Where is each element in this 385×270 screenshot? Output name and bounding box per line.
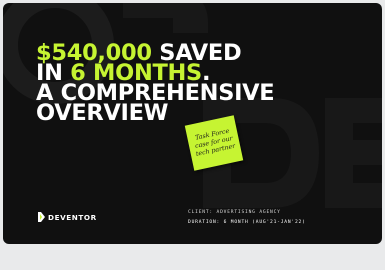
case-study-slide: $540,000 SAVED IN 6 MONTHS. A COMPREHENS… [3,3,382,244]
deventor-logo-icon [38,212,45,222]
duration-label: DURATION: 6 MONTH (AUG'21-JAN'22) [188,220,306,225]
slide-frame: $540,000 SAVED IN 6 MONTHS. A COMPREHENS… [0,0,385,270]
deventor-logo: DEVENTOR [37,211,97,223]
client-label: CLIENT: ADVERTISING AGENCY [188,210,281,215]
project-meta: CLIENT: ADVERTISING AGENCY DURATION: 6 M… [188,208,306,228]
sticky-note: Task Force case for our tech partner [184,115,244,171]
headline: $540,000 SAVED IN 6 MONTHS. A COMPREHENS… [36,42,376,125]
sticky-note-text: Task Force case for our tech partner [194,127,236,158]
logo-wordmark: DEVENTOR [48,212,97,222]
